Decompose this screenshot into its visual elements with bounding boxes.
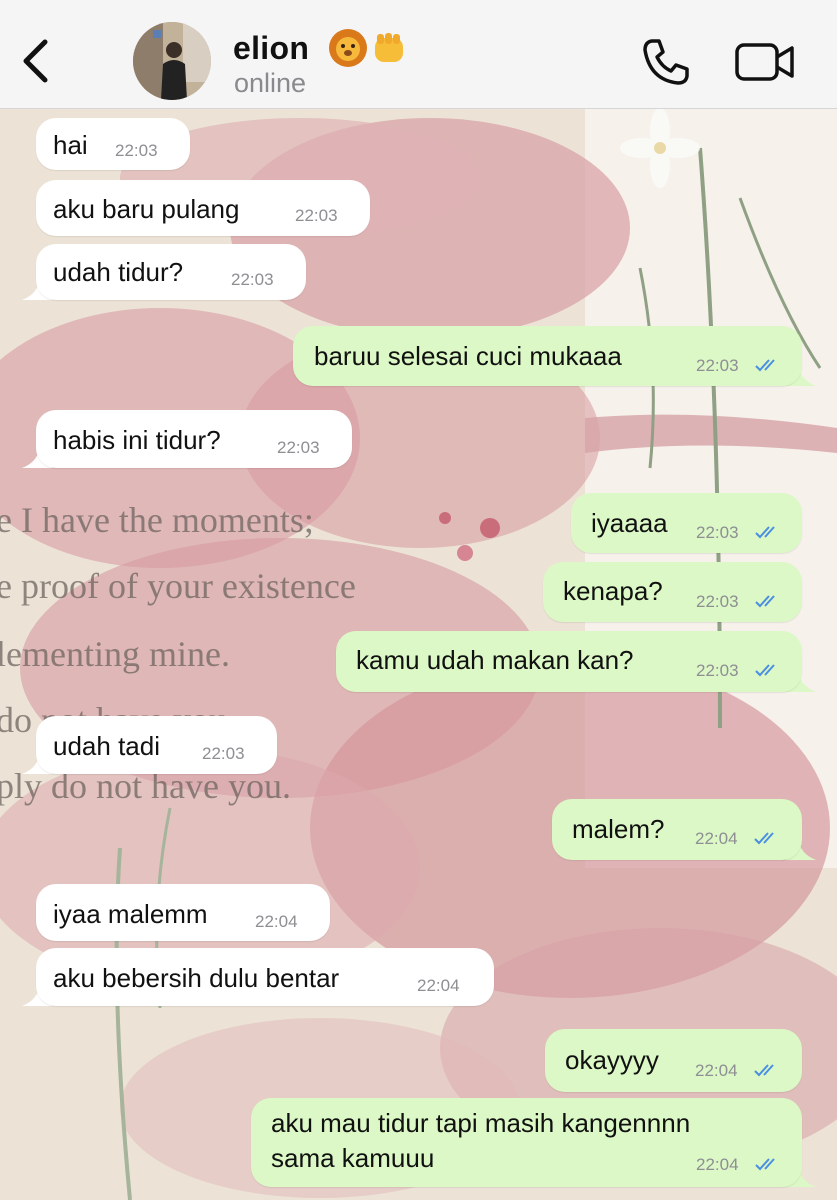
video-camera-icon [735,43,794,81]
message-list: hai 22:03 aku baru pulang 22:03 udah tid… [0,108,837,1200]
chevron-left-icon [23,39,48,83]
message-time: 22:03 [696,661,739,680]
lion-emoji-icon [329,29,367,67]
message-text-line-2: sama kamuuu [271,1143,435,1173]
message-time: 22:03 [696,592,739,611]
read-receipt-icon [755,526,775,539]
video-call-button[interactable] [734,40,796,84]
read-receipt-icon [755,1158,775,1171]
message-text: hai [53,130,88,160]
message-time: 22:04 [696,1155,739,1174]
message-text: iyaa malemm [53,899,208,929]
contact-avatar[interactable] [133,22,211,100]
voice-call-button[interactable] [640,36,692,88]
incoming-message[interactable]: aku bebersih dulu bentar 22:04 [36,948,494,1006]
message-text: okayyyy [565,1045,659,1075]
contact-name[interactable]: elion [233,30,309,67]
message-text: aku baru pulang [53,194,240,224]
outgoing-message[interactable]: kamu udah makan kan? 22:03 [336,631,802,692]
message-time: 22:03 [231,270,274,289]
message-text: udah tadi [53,731,160,761]
message-text: baruu selesai cuci mukaaa [314,341,622,371]
message-time: 22:04 [417,976,460,995]
outgoing-message[interactable]: aku mau tidur tapi masih kangennnn sama … [251,1098,802,1187]
outgoing-message[interactable]: baruu selesai cuci mukaaa 22:03 [293,326,802,386]
message-time: 22:03 [115,141,158,160]
incoming-message[interactable]: aku baru pulang 22:03 [36,180,370,236]
read-receipt-icon [755,664,775,677]
outgoing-message[interactable]: kenapa? 22:03 [543,562,802,622]
read-receipt-icon [755,359,775,372]
incoming-message[interactable]: habis ini tidur? 22:03 [36,410,352,468]
message-text: habis ini tidur? [53,425,221,455]
message-time: 22:03 [696,523,739,542]
message-text: iyaaaa [591,508,668,538]
message-time: 22:04 [255,912,298,931]
message-time: 22:03 [202,744,245,763]
message-time: 22:04 [695,1061,738,1080]
chat-header: elion online [0,0,837,109]
read-receipt-icon [754,832,774,845]
message-text: udah tidur? [53,257,184,287]
message-text: kenapa? [563,576,663,606]
presence-status: online [234,68,307,98]
phone-icon [643,39,689,85]
incoming-message[interactable]: hai 22:03 [36,118,190,170]
message-text: aku bebersih dulu bentar [53,963,340,993]
incoming-message[interactable]: udah tidur? 22:03 [36,244,306,300]
back-button[interactable] [18,36,52,86]
read-receipt-icon [754,1064,774,1077]
message-time: 22:03 [277,438,320,457]
outgoing-message[interactable]: okayyyy 22:04 [545,1029,802,1092]
message-text: kamu udah makan kan? [356,645,634,675]
read-receipt-icon [755,595,775,608]
fist-emoji-icon [375,33,403,62]
message-time: 22:03 [696,356,739,375]
message-text: aku mau tidur tapi masih kangennnn [271,1108,691,1138]
outgoing-message[interactable]: malem? 22:04 [552,799,802,860]
incoming-message[interactable]: iyaa malemm 22:04 [36,884,330,941]
incoming-message[interactable]: udah tadi 22:03 [36,716,277,774]
message-time: 22:03 [295,206,338,225]
message-text: malem? [572,814,665,844]
outgoing-message[interactable]: iyaaaa 22:03 [571,493,802,553]
message-time: 22:04 [695,829,738,848]
